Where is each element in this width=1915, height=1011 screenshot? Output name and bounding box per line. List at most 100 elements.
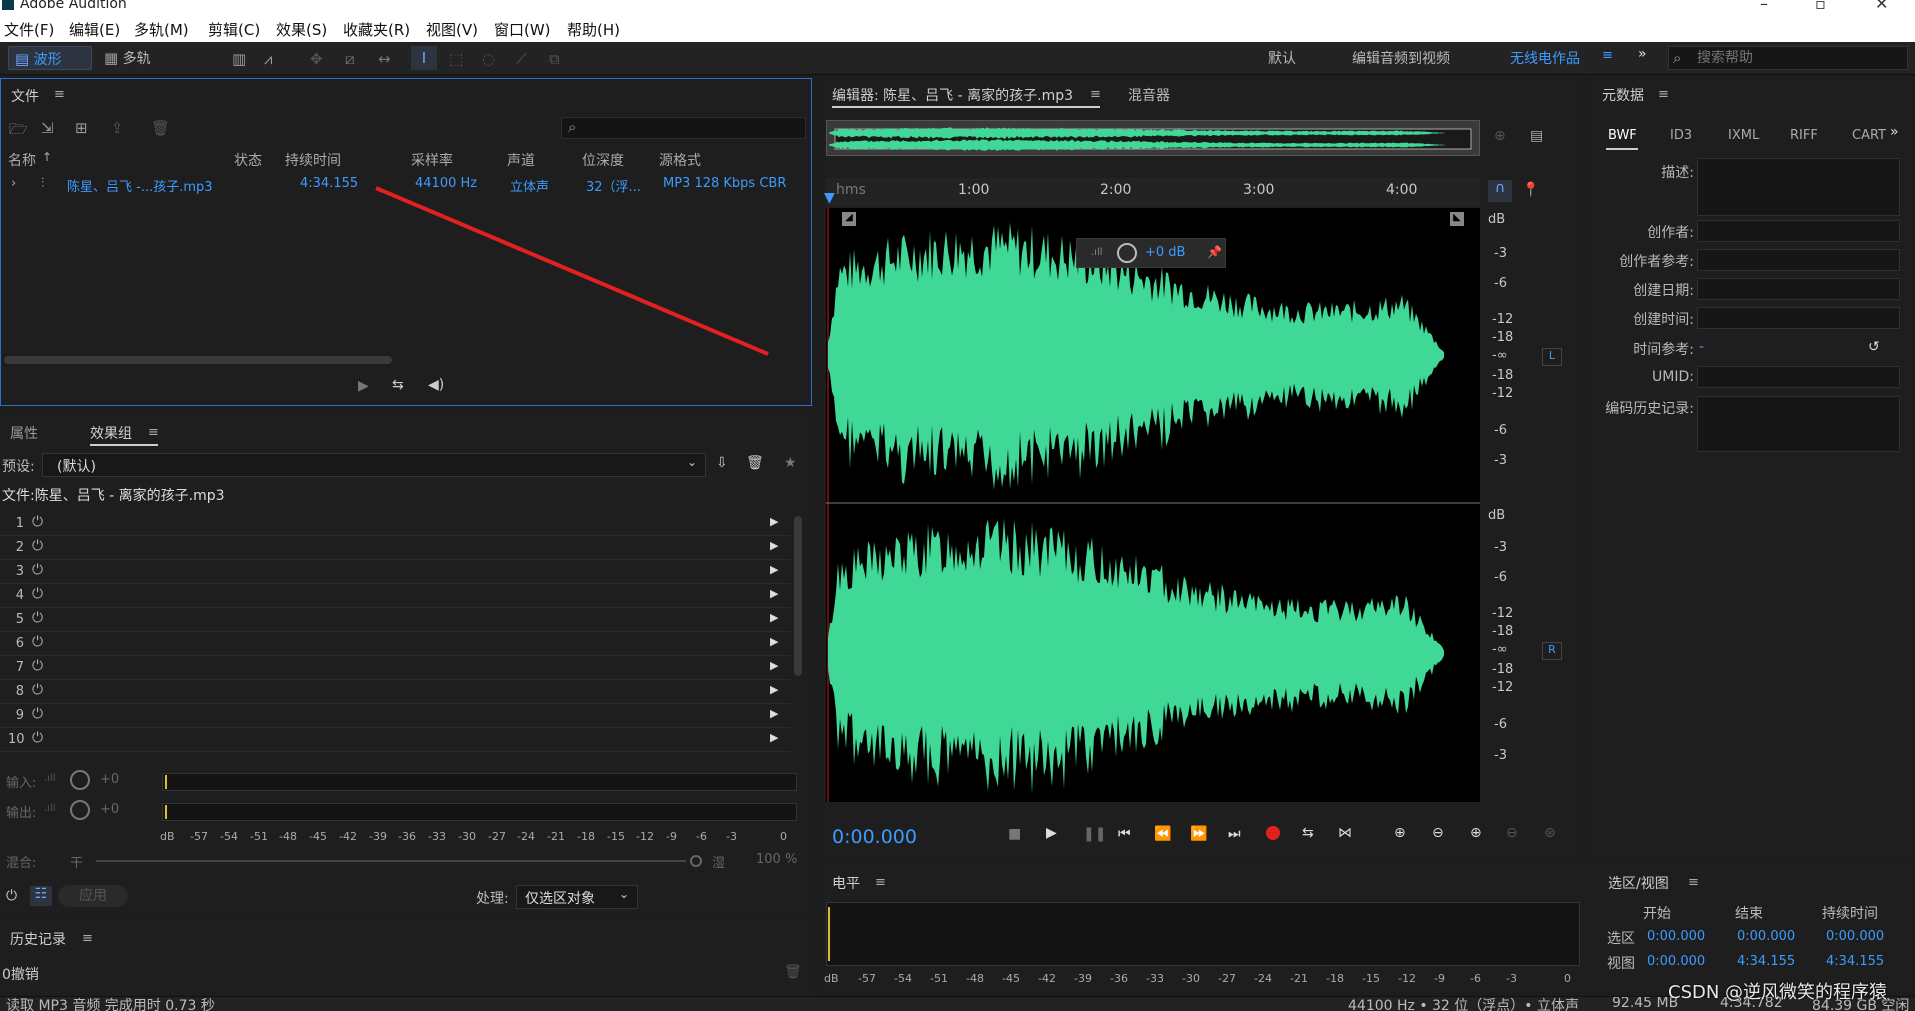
meta-tab-riff[interactable]: RIFF — [1790, 128, 1818, 143]
workspace-radio-production[interactable]: 无线电作品 — [1510, 48, 1580, 68]
effects-panel-menu-icon[interactable]: ≡ — [148, 425, 159, 440]
pause-icon[interactable]: ❚❚ — [1083, 826, 1106, 842]
hud-gain[interactable]: .ıll +0 dB 📌 — [1076, 238, 1226, 268]
save-preset-icon[interactable]: ⇩ — [716, 455, 728, 471]
more-workspaces-icon[interactable]: » — [1638, 46, 1647, 62]
time-ruler[interactable]: hms 1:00 2:00 3:00 4:00 ▼ — [824, 178, 1480, 206]
snap-magnet-icon[interactable]: ∩ — [1488, 180, 1512, 202]
skip-selection-icon[interactable]: ⋈ — [1338, 825, 1352, 841]
sel-view-start[interactable]: 0:00.000 — [1647, 954, 1705, 969]
record-icon[interactable] — [1266, 826, 1280, 840]
current-time[interactable]: 0:00.000 — [832, 826, 917, 848]
watermark: CSDN @逆风微笑的程序猿 — [1668, 982, 1888, 1003]
stop-icon[interactable]: ■ — [1008, 826, 1021, 842]
zoom-selection-icon[interactable]: ⊛ — [1544, 825, 1556, 841]
preset-dropdown[interactable]: (默认) ⌄ — [42, 453, 706, 477]
tab-effects-rack[interactable]: 效果组 — [90, 423, 132, 443]
metadata-panel-menu-icon[interactable]: ≡ — [1658, 87, 1669, 102]
zoom-in-amplitude-icon[interactable]: ⊕ — [1394, 825, 1406, 841]
overview-bar[interactable] — [826, 120, 1480, 156]
meta-time-field[interactable] — [1697, 307, 1900, 329]
sel-view-duration[interactable]: 4:34.155 — [1826, 954, 1884, 969]
mix-slider-track[interactable] — [96, 860, 686, 862]
right-channel-badge[interactable]: R — [1542, 642, 1562, 660]
minimize-button[interactable]: – — [1760, 0, 1768, 13]
go-to-end-icon[interactable]: ⏭ — [1228, 826, 1241, 842]
marker-pin-icon[interactable]: 📍 — [1522, 182, 1539, 198]
favorite-star-icon[interactable]: ★ — [784, 455, 797, 471]
sel-selection-end[interactable]: 0:00.000 — [1737, 929, 1795, 944]
history-entry[interactable]: 0撤销 — [2, 964, 39, 984]
meta-tab-ixml[interactable]: IXML — [1728, 128, 1759, 143]
selection-view-menu-icon[interactable]: ≡ — [1688, 875, 1699, 890]
meta-coding-history-field[interactable] — [1697, 396, 1900, 452]
tab-mixer[interactable]: 混音器 — [1128, 85, 1170, 105]
list-view-icon[interactable]: ☷ — [30, 886, 52, 906]
history-delete-icon[interactable]: 🗑 — [784, 964, 802, 980]
mix-slider-handle[interactable] — [690, 855, 702, 867]
effect-slot[interactable]: 5 ⏻ ▶ — [0, 608, 790, 632]
meta-date-field[interactable] — [1697, 278, 1900, 300]
output-gain-knob[interactable] — [70, 800, 90, 820]
meta-tab-id3[interactable]: ID3 — [1670, 128, 1692, 143]
effect-slot[interactable]: 3 ⏻ ▶ — [0, 560, 790, 584]
workspace-default[interactable]: 默认 — [1268, 48, 1296, 68]
meta-umid-field[interactable] — [1697, 366, 1900, 388]
fade-out-handle-icon[interactable]: ◣ — [1450, 212, 1464, 226]
effect-slot[interactable]: 1 ⏻ ▶ — [0, 512, 790, 536]
playhead-marker-icon[interactable]: ▼ — [824, 190, 835, 206]
level-panel-menu-icon[interactable]: ≡ — [875, 875, 886, 890]
zoom-out-amplitude-icon[interactable]: ⊖ — [1432, 825, 1444, 841]
zoom-out-full-icon[interactable]: ⊖ — [1506, 825, 1518, 841]
sel-selection-start[interactable]: 0:00.000 — [1647, 929, 1705, 944]
auto-play-icon[interactable]: ◀) — [428, 377, 444, 393]
help-search-input[interactable] — [1697, 49, 1897, 67]
reset-icon[interactable]: ↺ — [1868, 339, 1880, 355]
play-icon[interactable]: ▶ — [1046, 825, 1057, 841]
play-preview-icon[interactable]: ▶ — [358, 378, 369, 394]
rewind-icon[interactable]: ⏪ — [1154, 826, 1171, 842]
editor-panel-menu-icon[interactable]: ≡ — [1090, 87, 1101, 102]
zoom-in-time-icon[interactable]: ⊕ — [1470, 825, 1482, 841]
more-tabs-icon[interactable]: » — [1890, 124, 1899, 140]
meta-tab-bwf[interactable]: BWF — [1608, 128, 1637, 143]
effect-slot[interactable]: 10 ⏻ ▶ — [0, 728, 790, 752]
hud-gain-knob[interactable] — [1117, 243, 1137, 263]
effect-slot[interactable]: 7 ⏻ ▶ — [0, 656, 790, 680]
sel-selection-duration[interactable]: 0:00.000 — [1826, 929, 1884, 944]
close-button[interactable]: ✕ — [1875, 0, 1888, 13]
tab-editor[interactable]: 编辑器: 陈星、吕飞 - 离家的孩子.mp3 — [832, 85, 1073, 105]
effect-slot[interactable]: 2 ⏻ ▶ — [0, 536, 790, 560]
overview-settings-icon[interactable]: ▤ — [1530, 128, 1543, 144]
meta-description-field[interactable] — [1697, 158, 1900, 216]
effect-slot[interactable]: 8 ⏻ ▶ — [0, 680, 790, 704]
meta-artist-ref-field[interactable] — [1697, 249, 1900, 271]
meta-artist-field[interactable] — [1697, 220, 1900, 242]
apply-button[interactable]: 应用 — [58, 885, 128, 907]
effect-slot[interactable]: 4 ⏻ ▶ — [0, 584, 790, 608]
go-to-start-icon[interactable]: ⏮ — [1118, 826, 1131, 842]
meta-tab-cart[interactable]: CART — [1852, 128, 1890, 143]
workspace-menu-icon[interactable]: ≡ — [1602, 48, 1613, 63]
process-dropdown[interactable]: 仅选区对象 ⌄ — [516, 885, 638, 909]
history-panel-menu-icon[interactable]: ≡ — [82, 931, 93, 946]
fade-in-handle-icon[interactable]: ◢ — [842, 212, 856, 226]
effect-slot[interactable]: 9 ⏻ ▶ — [0, 704, 790, 728]
help-search[interactable]: ⌕ — [1668, 46, 1908, 70]
loop-preview-icon[interactable]: ⇆ — [392, 377, 404, 393]
waveform-display[interactable]: ◢ ◣ .ıll +0 dB 📌 — [826, 208, 1480, 802]
maximize-button[interactable]: ▫ — [1815, 0, 1826, 13]
sel-view-end[interactable]: 4:34.155 — [1737, 954, 1795, 969]
zoom-to-fit-icon[interactable]: ⊕ — [1494, 128, 1506, 144]
loop-icon[interactable]: ⇆ — [1302, 825, 1314, 841]
master-power-icon[interactable]: ⏻ — [6, 888, 17, 904]
tab-properties[interactable]: 属性 — [10, 423, 38, 443]
hud-pin-icon[interactable]: 📌 — [1207, 245, 1222, 259]
effects-vscrollbar[interactable] — [794, 516, 802, 676]
left-channel-badge[interactable]: L — [1542, 348, 1562, 366]
delete-preset-icon[interactable]: 🗑 — [746, 455, 764, 471]
workspace-edit-audio-to-video[interactable]: 编辑音频到视频 — [1352, 48, 1450, 68]
input-gain-knob[interactable] — [70, 770, 90, 790]
effect-slot[interactable]: 6 ⏻ ▶ — [0, 632, 790, 656]
fast-forward-icon[interactable]: ⏩ — [1190, 826, 1207, 842]
